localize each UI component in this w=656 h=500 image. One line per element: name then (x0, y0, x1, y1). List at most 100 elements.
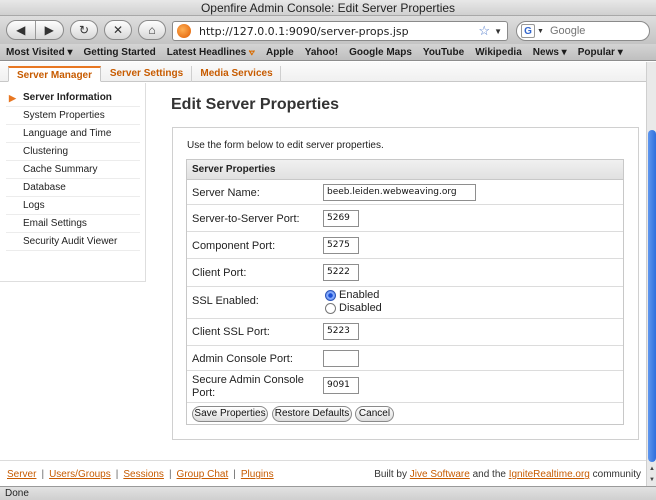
ssl-enabled-label: SSL Enabled: (192, 295, 259, 307)
footer-link-server[interactable]: Server (7, 469, 36, 480)
footer-link-sessions[interactable]: Sessions (123, 469, 164, 480)
sidebar-item-language-and-time[interactable]: Language and Time (6, 125, 140, 143)
server-name-label: Server Name: (192, 187, 260, 199)
table-row: Client SSL Port: 5223 (187, 319, 623, 346)
component-port-input[interactable]: 5275 (323, 237, 359, 254)
bookmark-google-maps[interactable]: Google Maps (349, 47, 412, 58)
ssl-enabled-radio[interactable] (325, 289, 336, 301)
s2s-port-input[interactable]: 5269 (323, 210, 359, 227)
table-row: SSL Enabled: Enabled Disabled (187, 287, 623, 319)
bookmark-youtube[interactable]: YouTube (423, 47, 464, 58)
form-button-row: Save Properties Restore Defaults Cancel (187, 403, 623, 425)
footer-link-plugins[interactable]: Plugins (241, 469, 274, 480)
active-arrow-icon: ▶ (9, 93, 16, 103)
window-title: Openfire Admin Console: Edit Server Prop… (0, 0, 656, 16)
server-name-input[interactable]: beeb.leiden.webweaving.org (323, 184, 476, 201)
bookmark-popular[interactable]: Popular ▾ (578, 47, 623, 58)
ssl-enabled-option-label: Enabled (339, 289, 380, 301)
search-engine-icon[interactable]: G (521, 24, 535, 38)
search-input[interactable] (549, 25, 630, 37)
server-properties-form: Server Properties Server Name: beeb.leid… (186, 159, 624, 425)
tab-server-settings[interactable]: Server Settings (102, 66, 192, 82)
url-bar[interactable]: http://127.0.0.1:9090/server-props.jsp ☆… (172, 21, 508, 41)
sidebar-item-logs[interactable]: Logs (6, 197, 140, 215)
site-favicon-icon (177, 24, 191, 38)
scroll-up-icon[interactable]: ▲ (647, 464, 656, 474)
search-box[interactable]: G ▼ (516, 21, 650, 41)
bookmark-apple[interactable]: Apple (266, 47, 294, 58)
search-engine-dropdown-icon[interactable]: ▼ (537, 28, 544, 35)
sidebar-item-clustering[interactable]: Clustering (6, 143, 140, 161)
table-row: Server Name: beeb.leiden.webweaving.org (187, 181, 623, 205)
bookmark-star-icon[interactable]: ☆ (478, 23, 490, 39)
reload-icon[interactable]: ↻ (70, 20, 98, 40)
table-row: Server-to-Server Port: 5269 (187, 205, 623, 232)
back-forward-group: ◀ ▶ (6, 20, 64, 40)
sidebar-item-security-audit-viewer[interactable]: Security Audit Viewer (6, 233, 140, 251)
bookmark-latest-headlines[interactable]: Latest Headlines ⦡ (167, 47, 255, 58)
secure-admin-console-port-input[interactable]: 9091 (323, 377, 359, 394)
url-history-dropdown-icon[interactable]: ▼ (494, 27, 502, 36)
url-text[interactable]: http://127.0.0.1:9090/server-props.jsp (199, 25, 478, 38)
sidebar-item-cache-summary[interactable]: Cache Summary (6, 161, 140, 179)
footer-credits: Built by Jive Software and the IgniteRea… (374, 469, 641, 480)
cancel-button[interactable]: Cancel (355, 406, 394, 422)
footer-link-users-groups[interactable]: Users/Groups (49, 469, 111, 480)
admin-console-port-input[interactable] (323, 350, 359, 367)
bookmark-news[interactable]: News ▾ (533, 47, 567, 58)
tab-media-services[interactable]: Media Services (193, 66, 281, 82)
sidebar-item-server-information[interactable]: ▶ Server Information (6, 89, 140, 107)
bookmark-label: Latest Headlines (166, 46, 247, 58)
home-icon[interactable]: ⌂ (138, 20, 166, 40)
client-ssl-port-input[interactable]: 5223 (323, 323, 359, 340)
ssl-disabled-option[interactable]: Disabled (325, 302, 382, 314)
vertical-scrollbar[interactable]: ▲ ▼ (646, 62, 656, 486)
rss-icon: ⦡ (249, 46, 255, 57)
stop-icon[interactable]: ✕ (104, 20, 132, 40)
back-arrow-icon[interactable]: ◀ (7, 23, 35, 37)
bookmark-getting-started[interactable]: Getting Started (84, 47, 156, 58)
footer-separator: | (41, 469, 45, 480)
footer-separator: | (233, 469, 236, 480)
restore-defaults-button[interactable]: Restore Defaults (272, 406, 352, 422)
bookmark-most-visited[interactable]: Most Visited ▾ (6, 47, 73, 58)
sidebar-item-label: Server Information (23, 92, 112, 103)
s2s-port-label: Server-to-Server Port: (192, 213, 300, 225)
footer-link-group-chat[interactable]: Group Chat (177, 469, 229, 480)
ssl-enabled-option[interactable]: Enabled (325, 289, 379, 301)
save-properties-button[interactable]: Save Properties (192, 406, 268, 422)
footer-link-jive-software[interactable]: Jive Software (410, 469, 470, 480)
client-port-label: Client Port: (192, 267, 247, 279)
intro-text: Use the form below to edit server proper… (187, 140, 384, 151)
bookmark-wikipedia[interactable]: Wikipedia (475, 47, 522, 58)
sidebar-item-database[interactable]: Database (6, 179, 140, 197)
footer-and-the: and the (469, 469, 509, 480)
bookmark-yahoo[interactable]: Yahoo! (305, 47, 338, 58)
sidebar-item-system-properties[interactable]: System Properties (6, 107, 140, 125)
tab-server-manager[interactable]: Server Manager (8, 66, 101, 82)
footer-divider (0, 460, 646, 461)
scroll-down-icon[interactable]: ▼ (647, 475, 656, 485)
sidebar-item-email-settings[interactable]: Email Settings (6, 215, 140, 233)
ssl-disabled-radio[interactable] (325, 302, 336, 314)
scrollbar-thumb[interactable] (648, 130, 656, 462)
footer-separator: | (168, 469, 172, 480)
table-row: Admin Console Port: (187, 346, 623, 371)
bookmarks-bar: Most Visited ▾ Getting Started Latest He… (0, 44, 656, 61)
admin-console-port-label: Admin Console Port: (192, 353, 293, 365)
footer-link-igniterealtime[interactable]: IgniteRealtime.org (509, 469, 590, 480)
client-ssl-port-label: Client SSL Port: (192, 326, 270, 338)
forward-arrow-icon[interactable]: ▶ (36, 23, 64, 37)
client-port-input[interactable]: 5222 (323, 264, 359, 281)
table-row: Component Port: 5275 (187, 232, 623, 259)
footer-separator: | (115, 469, 119, 480)
status-bar: Done (0, 486, 656, 500)
nav-toolbar: ◀ ▶ ↻ ✕ ⌂ http://127.0.0.1:9090/server-p… (0, 16, 656, 44)
table-row: Secure Admin Console Port: 9091 (187, 371, 623, 403)
secure-admin-console-port-label: Secure Admin Console Port: (192, 374, 304, 399)
footer: Server | Users/Groups | Sessions | Group Chat |… (7, 469, 641, 480)
component-port-label: Component Port: (192, 240, 276, 252)
footer-built-by: Built by (374, 469, 410, 480)
form-table-header: Server Properties (187, 160, 623, 180)
page-title: Edit Server Properties (171, 96, 340, 113)
